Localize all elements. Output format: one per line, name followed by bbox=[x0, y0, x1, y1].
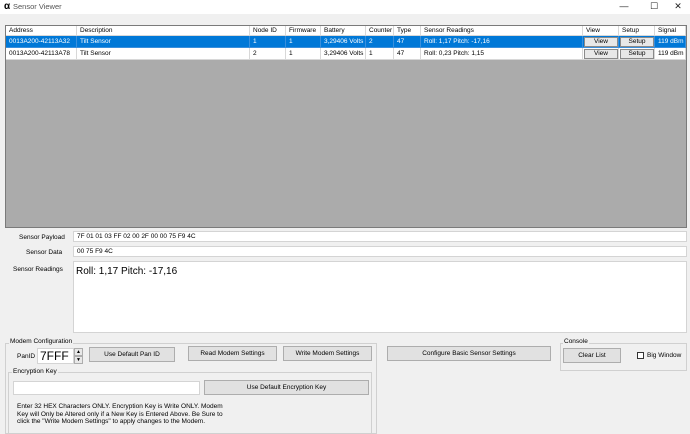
cell-sensor-readings[interactable]: Roll: 0,23 Pitch: 1,15 bbox=[421, 48, 583, 60]
big-window-label[interactable]: Big Window bbox=[647, 352, 681, 360]
cell-signal[interactable]: 119 dBm bbox=[655, 36, 686, 48]
write-modem-settings-button[interactable]: Write Modem Settings bbox=[283, 346, 372, 361]
modem-configuration-label: Modem Configuration bbox=[9, 338, 74, 346]
title-bar: α Sensor Viewer — ☐ ✕ bbox=[0, 0, 690, 14]
column-header-battery[interactable]: Battery bbox=[321, 26, 366, 36]
view-button[interactable]: View bbox=[584, 49, 618, 59]
column-header-view[interactable]: View bbox=[583, 26, 619, 36]
column-header-type[interactable]: Type bbox=[394, 26, 421, 36]
sensor-readings-label: Sensor Readings bbox=[13, 266, 63, 273]
panid-input[interactable]: 7FFF bbox=[37, 348, 74, 364]
sensor-data-label: Sensor Data bbox=[26, 249, 63, 256]
column-header-counter[interactable]: Counter bbox=[366, 26, 394, 36]
setup-button[interactable]: Setup bbox=[620, 49, 654, 59]
sensor-payload-label: Sensor Payload bbox=[19, 234, 65, 241]
big-window-checkbox[interactable] bbox=[637, 352, 644, 359]
encryption-key-label: Encryption Key bbox=[12, 368, 58, 376]
use-default-pan-id-button[interactable]: Use Default Pan ID bbox=[89, 347, 175, 362]
window-title: Sensor Viewer bbox=[13, 2, 62, 11]
configure-basic-sensor-settings-button[interactable]: Configure Basic Sensor Settings bbox=[387, 346, 551, 361]
cell-description[interactable]: Tilt Sensor bbox=[77, 48, 250, 60]
panid-label: PanID bbox=[17, 353, 36, 360]
cell-battery[interactable]: 3,29406 Volts bbox=[321, 36, 366, 48]
cell-node-id[interactable]: 1 bbox=[250, 36, 286, 48]
cell-signal[interactable]: 119 dBm bbox=[655, 48, 686, 60]
encryption-key-input[interactable] bbox=[13, 381, 200, 395]
encryption-key-note: Enter 32 HEX Characters ONLY. Encryption… bbox=[17, 403, 223, 426]
sensor-payload-field[interactable]: 7F 01 01 03 FF 02 00 2F 00 00 75 F9 4C bbox=[73, 231, 687, 242]
console-label: Console bbox=[563, 338, 589, 346]
panid-down-icon[interactable]: ▼ bbox=[74, 356, 83, 364]
setup-button[interactable]: Setup bbox=[620, 37, 654, 47]
app-logo-icon: α bbox=[4, 1, 11, 12]
table-row[interactable]: 0013A200-42113A78 Tilt Sensor 2 1 3,2940… bbox=[6, 48, 686, 60]
column-header-node-id[interactable]: Node ID bbox=[250, 26, 286, 36]
cell-counter[interactable]: 2 bbox=[366, 36, 394, 48]
cell-firmware[interactable]: 1 bbox=[286, 36, 321, 48]
column-header-sensor-readings[interactable]: Sensor Readings bbox=[421, 26, 583, 36]
column-header-firmware[interactable]: Firmware bbox=[286, 26, 321, 36]
cell-sensor-readings[interactable]: Roll: 1,17 Pitch: -17,16 bbox=[421, 36, 583, 48]
sensor-grid[interactable]: Address Description Node ID Firmware Bat… bbox=[5, 25, 687, 228]
cell-counter[interactable]: 1 bbox=[366, 48, 394, 60]
view-button[interactable]: View bbox=[584, 37, 618, 47]
cell-address[interactable]: 0013A200-42113A78 bbox=[6, 48, 77, 60]
cell-type[interactable]: 47 bbox=[394, 48, 421, 60]
cell-firmware[interactable]: 1 bbox=[286, 48, 321, 60]
clear-list-button[interactable]: Clear List bbox=[563, 348, 621, 363]
minimize-icon[interactable]: — bbox=[613, 0, 635, 14]
sensor-readings-textarea[interactable]: Roll: 1,17 Pitch: -17,16 bbox=[73, 261, 687, 333]
column-header-signal[interactable]: Signal bbox=[655, 26, 686, 36]
column-header-setup[interactable]: Setup bbox=[619, 26, 655, 36]
sensor-data-field[interactable]: 00 75 F9 4C bbox=[73, 246, 687, 257]
close-icon[interactable]: ✕ bbox=[667, 0, 689, 14]
read-modem-settings-button[interactable]: Read Modem Settings bbox=[188, 346, 277, 361]
cell-type[interactable]: 47 bbox=[394, 36, 421, 48]
cell-battery[interactable]: 3,29406 Volts bbox=[321, 48, 366, 60]
column-header-address[interactable]: Address bbox=[6, 26, 77, 36]
cell-address[interactable]: 0013A200-42113A32 bbox=[6, 36, 77, 48]
use-default-encryption-key-button[interactable]: Use Default Encryption Key bbox=[204, 380, 369, 395]
maximize-icon[interactable]: ☐ bbox=[643, 0, 665, 14]
panid-up-icon[interactable]: ▲ bbox=[74, 348, 83, 356]
table-row[interactable]: 0013A200-42113A32 Tilt Sensor 1 1 3,2940… bbox=[6, 36, 686, 48]
cell-description[interactable]: Tilt Sensor bbox=[77, 36, 250, 48]
column-header-description[interactable]: Description bbox=[77, 26, 250, 36]
cell-node-id[interactable]: 2 bbox=[250, 48, 286, 60]
